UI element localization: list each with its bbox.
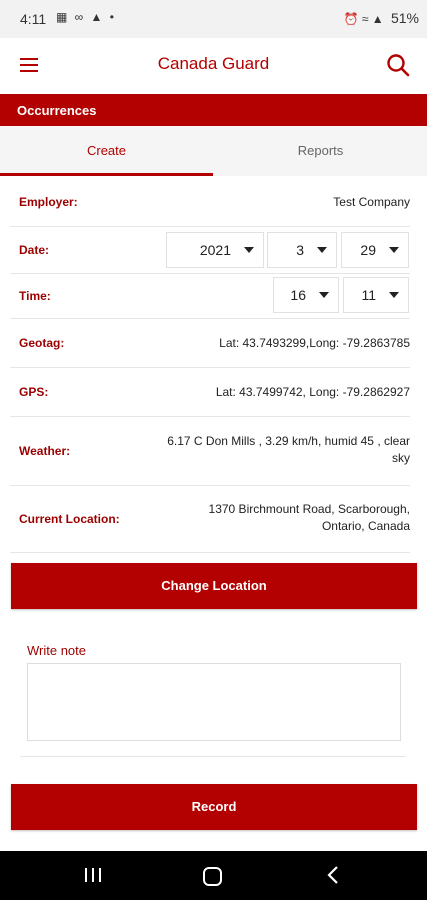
weather-value: 6.17 C Don Mills , 3.29 km/h, humid 45 ,…: [167, 433, 410, 467]
tab-create[interactable]: Create: [0, 126, 213, 176]
search-icon[interactable]: [385, 52, 411, 78]
note-label: Write note: [27, 643, 87, 658]
time-label: Time:: [19, 289, 51, 303]
system-navigation-bar: [0, 851, 427, 900]
back-icon[interactable]: [326, 865, 340, 885]
employer-row: Employer: Test Company: [10, 178, 410, 227]
chevron-down-icon: [389, 247, 399, 253]
tab-reports[interactable]: Reports: [214, 126, 427, 176]
record-button[interactable]: Record: [11, 784, 417, 830]
recents-icon[interactable]: [84, 868, 102, 882]
gps-label: GPS:: [19, 385, 49, 399]
section-header: Occurrences: [0, 94, 427, 126]
employer-label: Employer:: [19, 195, 78, 209]
minute-dropdown[interactable]: 11: [343, 277, 409, 313]
day-value: 29: [360, 242, 376, 258]
home-icon[interactable]: [203, 867, 222, 886]
status-time: 4:11: [20, 11, 47, 27]
geotag-row: Geotag: Lat: 43.7493299,Long: -79.286378…: [10, 318, 410, 368]
divider: [20, 756, 406, 757]
current-location-value: 1370 Birchmount Road, Scarborough, Ontar…: [209, 501, 410, 535]
change-location-button[interactable]: Change Location: [11, 563, 417, 609]
status-bar: 4:11 ▦ ∞ ▲ • ⏰ ≈ ▲ 51%: [0, 0, 427, 38]
current-location-row: Current Location: 1370 Birchmount Road, …: [10, 485, 410, 553]
month-dropdown[interactable]: 3: [267, 232, 337, 268]
gps-value: Lat: 43.7499742, Long: -79.2862927: [215, 385, 410, 399]
chevron-down-icon: [319, 292, 329, 298]
year-value: 2021: [199, 242, 231, 258]
chevron-down-icon: [244, 247, 254, 253]
notification-icons: ▦ ∞ ▲ •: [56, 10, 116, 24]
month-value: 3: [296, 242, 304, 258]
weather-value-line-1: 6.17 C Don Mills , 3.29 km/h, humid 45 ,…: [167, 434, 410, 448]
note-input[interactable]: [27, 663, 401, 741]
battery-percentage: 51%: [390, 10, 419, 26]
chevron-down-icon: [389, 292, 399, 298]
geotag-value: Lat: 43.7493299,Long: -79.2863785: [219, 336, 410, 350]
app-title: Canada Guard: [157, 54, 270, 73]
app-bar: Canada Guard: [0, 38, 427, 94]
active-tab-indicator: [0, 173, 213, 176]
current-location-line-1: 1370 Birchmount Road, Scarborough,: [208, 502, 410, 516]
date-label: Date:: [19, 243, 50, 257]
weather-row: Weather: 6.17 C Don Mills , 3.29 km/h, h…: [10, 416, 410, 486]
geotag-label: Geotag:: [19, 336, 65, 350]
gps-row: GPS: Lat: 43.7499742, Long: -79.2862927: [10, 367, 410, 417]
section-title: Occurrences: [17, 103, 97, 118]
current-location-label: Current Location:: [19, 512, 120, 526]
weather-value-line-2: sky: [392, 451, 410, 465]
hour-value: 16: [290, 287, 306, 303]
system-icons: ⏰ ≈ ▲ 51%: [343, 10, 419, 26]
day-dropdown[interactable]: 29: [341, 232, 409, 268]
chevron-down-icon: [317, 247, 327, 253]
minute-value: 11: [361, 287, 376, 303]
weather-label: Weather:: [19, 444, 71, 458]
employer-value: Test Company: [333, 195, 410, 209]
tab-bar: Create Reports: [0, 126, 427, 176]
year-dropdown[interactable]: 2021: [166, 232, 264, 268]
current-location-line-2: Ontario, Canada: [321, 519, 410, 533]
hour-dropdown[interactable]: 16: [273, 277, 339, 313]
